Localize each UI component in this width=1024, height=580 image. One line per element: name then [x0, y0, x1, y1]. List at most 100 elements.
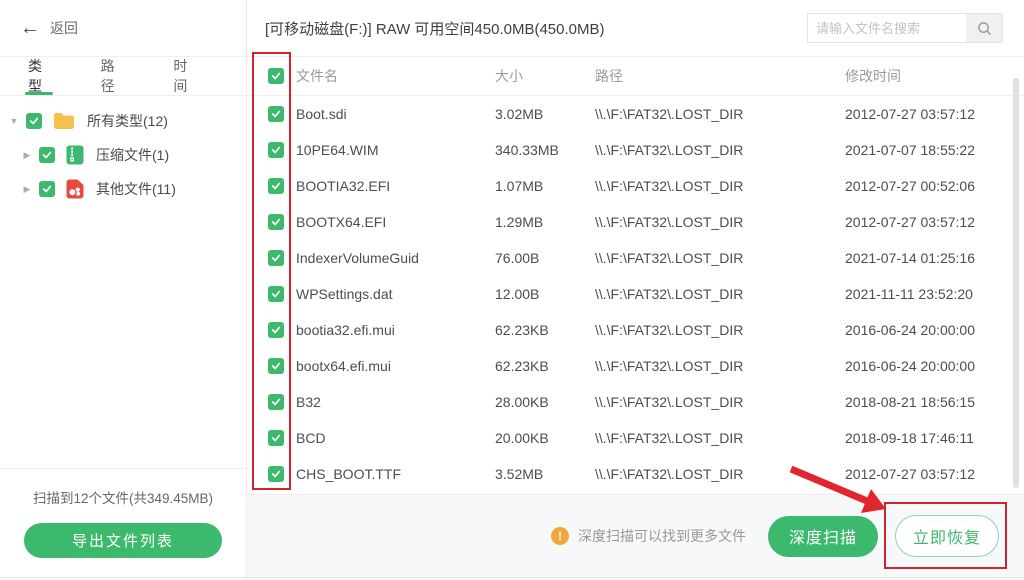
- tab-type[interactable]: 类型: [28, 57, 51, 95]
- tab-path[interactable]: 路径: [101, 57, 124, 95]
- file-size: 28.00KB: [495, 394, 595, 410]
- table-row[interactable]: BCD 20.00KB \\.\F:\FAT32\.LOST_DIR 2018-…: [247, 420, 1024, 456]
- file-path: \\.\F:\FAT32\.LOST_DIR: [595, 250, 845, 266]
- row-checkbox[interactable]: [268, 358, 284, 374]
- caret-right-icon[interactable]: ▶: [21, 184, 33, 195]
- table-row[interactable]: IndexerVolumeGuid 76.00B \\.\F:\FAT32\.L…: [247, 240, 1024, 276]
- tree-item-label: 压缩文件(1): [96, 145, 169, 165]
- file-name: IndexerVolumeGuid: [296, 250, 495, 266]
- column-header-path[interactable]: 路径: [595, 66, 845, 86]
- scrollbar[interactable]: [1013, 78, 1019, 488]
- table-row[interactable]: 10PE64.WIM 340.33MB \\.\F:\FAT32\.LOST_D…: [247, 132, 1024, 168]
- checkbox[interactable]: [26, 113, 42, 129]
- file-path: \\.\F:\FAT32\.LOST_DIR: [595, 358, 845, 374]
- file-path: \\.\F:\FAT32\.LOST_DIR: [595, 394, 845, 410]
- sidebar-tabs: 类型 路径 时间: [0, 57, 246, 96]
- file-type-tree: ▼ 所有类型(12) ▶: [0, 96, 246, 206]
- file-path: \\.\F:\FAT32\.LOST_DIR: [595, 178, 845, 194]
- tree-item-archive-files[interactable]: ▶ 压缩文件(1): [0, 138, 246, 172]
- recover-now-button[interactable]: 立即恢复: [895, 515, 999, 557]
- file-size: 1.07MB: [495, 178, 595, 194]
- table-row[interactable]: B32 28.00KB \\.\F:\FAT32\.LOST_DIR 2018-…: [247, 384, 1024, 420]
- file-table: Boot.sdi 3.02MB \\.\F:\FAT32\.LOST_DIR 2…: [247, 96, 1024, 492]
- bottom-action-bar: ! 深度扫描可以找到更多文件 深度扫描 立即恢复: [247, 494, 1024, 577]
- other-file-icon: [66, 179, 84, 199]
- select-all-checkbox[interactable]: [268, 68, 284, 84]
- file-name: BOOTIA32.EFI: [296, 178, 495, 194]
- search-input[interactable]: [808, 21, 966, 36]
- sidebar: ← 返回 类型 路径 时间 ▼ 所有类型(12) ▶: [0, 0, 247, 580]
- tab-time-label: 时间: [173, 56, 196, 96]
- table-row[interactable]: BOOTIA32.EFI 1.07MB \\.\F:\FAT32\.LOST_D…: [247, 168, 1024, 204]
- tree-item-all-types[interactable]: ▼ 所有类型(12): [0, 104, 246, 138]
- row-checkbox[interactable]: [268, 394, 284, 410]
- table-row[interactable]: BOOTX64.EFI 1.29MB \\.\F:\FAT32\.LOST_DI…: [247, 204, 1024, 240]
- row-checkbox[interactable]: [268, 178, 284, 194]
- scan-summary: 扫描到12个文件(共349.45MB): [0, 487, 246, 507]
- search-button[interactable]: [966, 14, 1002, 42]
- file-time: 2021-11-11 23:52:20: [845, 286, 1024, 302]
- search-box: [807, 13, 1003, 43]
- row-checkbox[interactable]: [268, 214, 284, 230]
- column-header-modified[interactable]: 修改时间: [845, 66, 1024, 86]
- file-time: 2016-06-24 20:00:00: [845, 358, 1024, 374]
- back-button[interactable]: ← 返回: [0, 0, 246, 57]
- table-row[interactable]: WPSettings.dat 12.00B \\.\F:\FAT32\.LOST…: [247, 276, 1024, 312]
- tab-path-label: 路径: [101, 56, 124, 96]
- file-path: \\.\F:\FAT32\.LOST_DIR: [595, 430, 845, 446]
- main-header: [可移动磁盘(F:)] RAW 可用空间450.0MB(450.0MB): [247, 0, 1024, 57]
- back-label: 返回: [50, 18, 78, 38]
- row-checkbox[interactable]: [268, 142, 284, 158]
- tab-time[interactable]: 时间: [173, 57, 196, 95]
- file-recovery-app: ← 返回 类型 路径 时间 ▼ 所有类型(12) ▶: [0, 0, 1024, 580]
- file-path: \\.\F:\FAT32\.LOST_DIR: [595, 214, 845, 230]
- file-name: Boot.sdi: [296, 106, 495, 122]
- row-checkbox[interactable]: [268, 466, 284, 482]
- folder-icon: [53, 112, 75, 130]
- row-checkbox[interactable]: [268, 106, 284, 122]
- column-header-size[interactable]: 大小: [495, 66, 595, 86]
- row-checkbox[interactable]: [268, 322, 284, 338]
- file-size: 1.29MB: [495, 214, 595, 230]
- file-size: 3.02MB: [495, 106, 595, 122]
- file-size: 62.23KB: [495, 358, 595, 374]
- file-path: \\.\F:\FAT32\.LOST_DIR: [595, 142, 845, 158]
- file-size: 340.33MB: [495, 142, 595, 158]
- deep-scan-button[interactable]: 深度扫描: [768, 516, 878, 557]
- file-time: 2012-07-27 03:57:12: [845, 214, 1024, 230]
- file-time: 2012-07-27 03:57:12: [845, 106, 1024, 122]
- file-time: 2018-08-21 18:56:15: [845, 394, 1024, 410]
- file-name: WPSettings.dat: [296, 286, 495, 302]
- tree-item-other-files[interactable]: ▶ 其他文件(11): [0, 172, 246, 206]
- tab-type-label: 类型: [28, 56, 51, 96]
- search-icon: [977, 21, 992, 36]
- archive-file-icon: [66, 145, 84, 165]
- checkbox[interactable]: [39, 181, 55, 197]
- tree-item-label: 其他文件(11): [96, 179, 176, 199]
- tree-item-label: 所有类型(12): [87, 111, 168, 131]
- file-size: 76.00B: [495, 250, 595, 266]
- file-time: 2021-07-07 18:55:22: [845, 142, 1024, 158]
- file-size: 20.00KB: [495, 430, 595, 446]
- column-header-filename[interactable]: 文件名: [296, 66, 495, 86]
- row-checkbox[interactable]: [268, 286, 284, 302]
- export-file-list-button[interactable]: 导出文件列表: [24, 523, 222, 558]
- table-row[interactable]: bootia32.efi.mui 62.23KB \\.\F:\FAT32\.L…: [247, 312, 1024, 348]
- file-path: \\.\F:\FAT32\.LOST_DIR: [595, 106, 845, 122]
- caret-down-icon[interactable]: ▼: [8, 116, 20, 126]
- row-checkbox[interactable]: [268, 250, 284, 266]
- file-path: \\.\F:\FAT32\.LOST_DIR: [595, 286, 845, 302]
- table-row[interactable]: bootx64.efi.mui 62.23KB \\.\F:\FAT32\.LO…: [247, 348, 1024, 384]
- file-name: BCD: [296, 430, 495, 446]
- drive-title: [可移动磁盘(F:)] RAW 可用空间450.0MB(450.0MB): [265, 18, 605, 39]
- file-time: 2012-07-27 03:57:12: [845, 466, 1024, 482]
- table-row[interactable]: CHS_BOOT.TTF 3.52MB \\.\F:\FAT32\.LOST_D…: [247, 456, 1024, 492]
- sidebar-footer: 扫描到12个文件(共349.45MB) 导出文件列表: [0, 468, 246, 580]
- back-arrow-icon: ←: [20, 18, 40, 38]
- checkbox[interactable]: [39, 147, 55, 163]
- row-checkbox[interactable]: [268, 430, 284, 446]
- table-row[interactable]: Boot.sdi 3.02MB \\.\F:\FAT32\.LOST_DIR 2…: [247, 96, 1024, 132]
- file-size: 3.52MB: [495, 466, 595, 482]
- file-path: \\.\F:\FAT32\.LOST_DIR: [595, 466, 845, 482]
- caret-right-icon[interactable]: ▶: [21, 150, 33, 161]
